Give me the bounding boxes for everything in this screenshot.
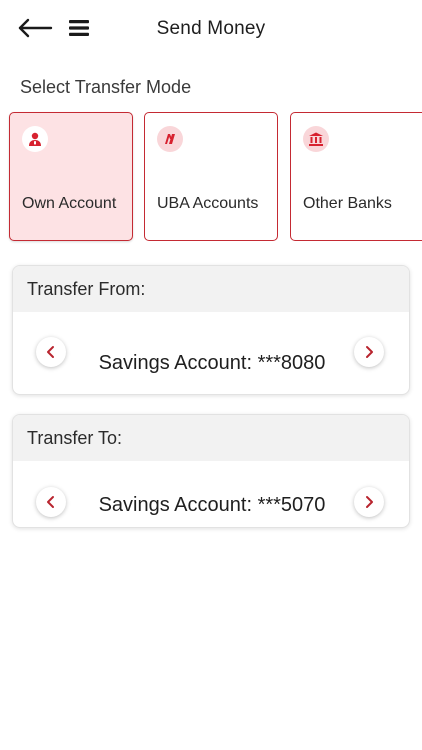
transfer-to-account: Savings Account: ***5070 [98,494,326,516]
mode-label-other-banks: Other Banks [303,195,392,212]
mode-card-own-account[interactable]: Own Account [9,112,133,241]
app-header: Send Money [0,0,422,58]
uba-logo-icon [157,126,183,152]
transfer-from-account-selector: Savings Account: ***8080 [13,312,409,394]
transfer-to-account-selector: Savings Account: ***5070 [13,461,409,527]
arrow-left-icon [18,18,53,38]
send-money-screen: Send Money Select Transfer Mode Own Acco… [0,0,422,750]
transfer-to-next-button[interactable] [354,487,384,517]
transfer-to-label: Transfer To: [13,415,409,461]
page-title: Send Money [156,18,266,39]
person-icon [22,126,48,152]
back-button[interactable] [14,16,56,42]
transfer-from-account: Savings Account: ***8080 [98,352,326,374]
transfer-mode-label: Select Transfer Mode [20,77,192,97]
mode-label-uba-accounts: UBA Accounts [157,195,259,212]
chevron-right-icon [366,346,373,358]
transfer-from-next-button[interactable] [354,337,384,367]
transfer-to-panel: Transfer To: Savings Account: ***5070 [12,414,410,528]
mode-label-own-account: Own Account [22,195,117,212]
transfer-from-panel: Transfer From: Savings Account: ***8080 [12,265,410,395]
bank-icon [303,126,329,152]
mode-card-other-banks[interactable]: Other Banks [290,112,422,241]
menu-button[interactable] [66,17,92,41]
mode-card-uba-accounts[interactable]: UBA Accounts [144,112,278,241]
chevron-right-icon [366,496,373,508]
hamburger-menu-icon [69,19,89,36]
transfer-from-label: Transfer From: [13,266,409,312]
